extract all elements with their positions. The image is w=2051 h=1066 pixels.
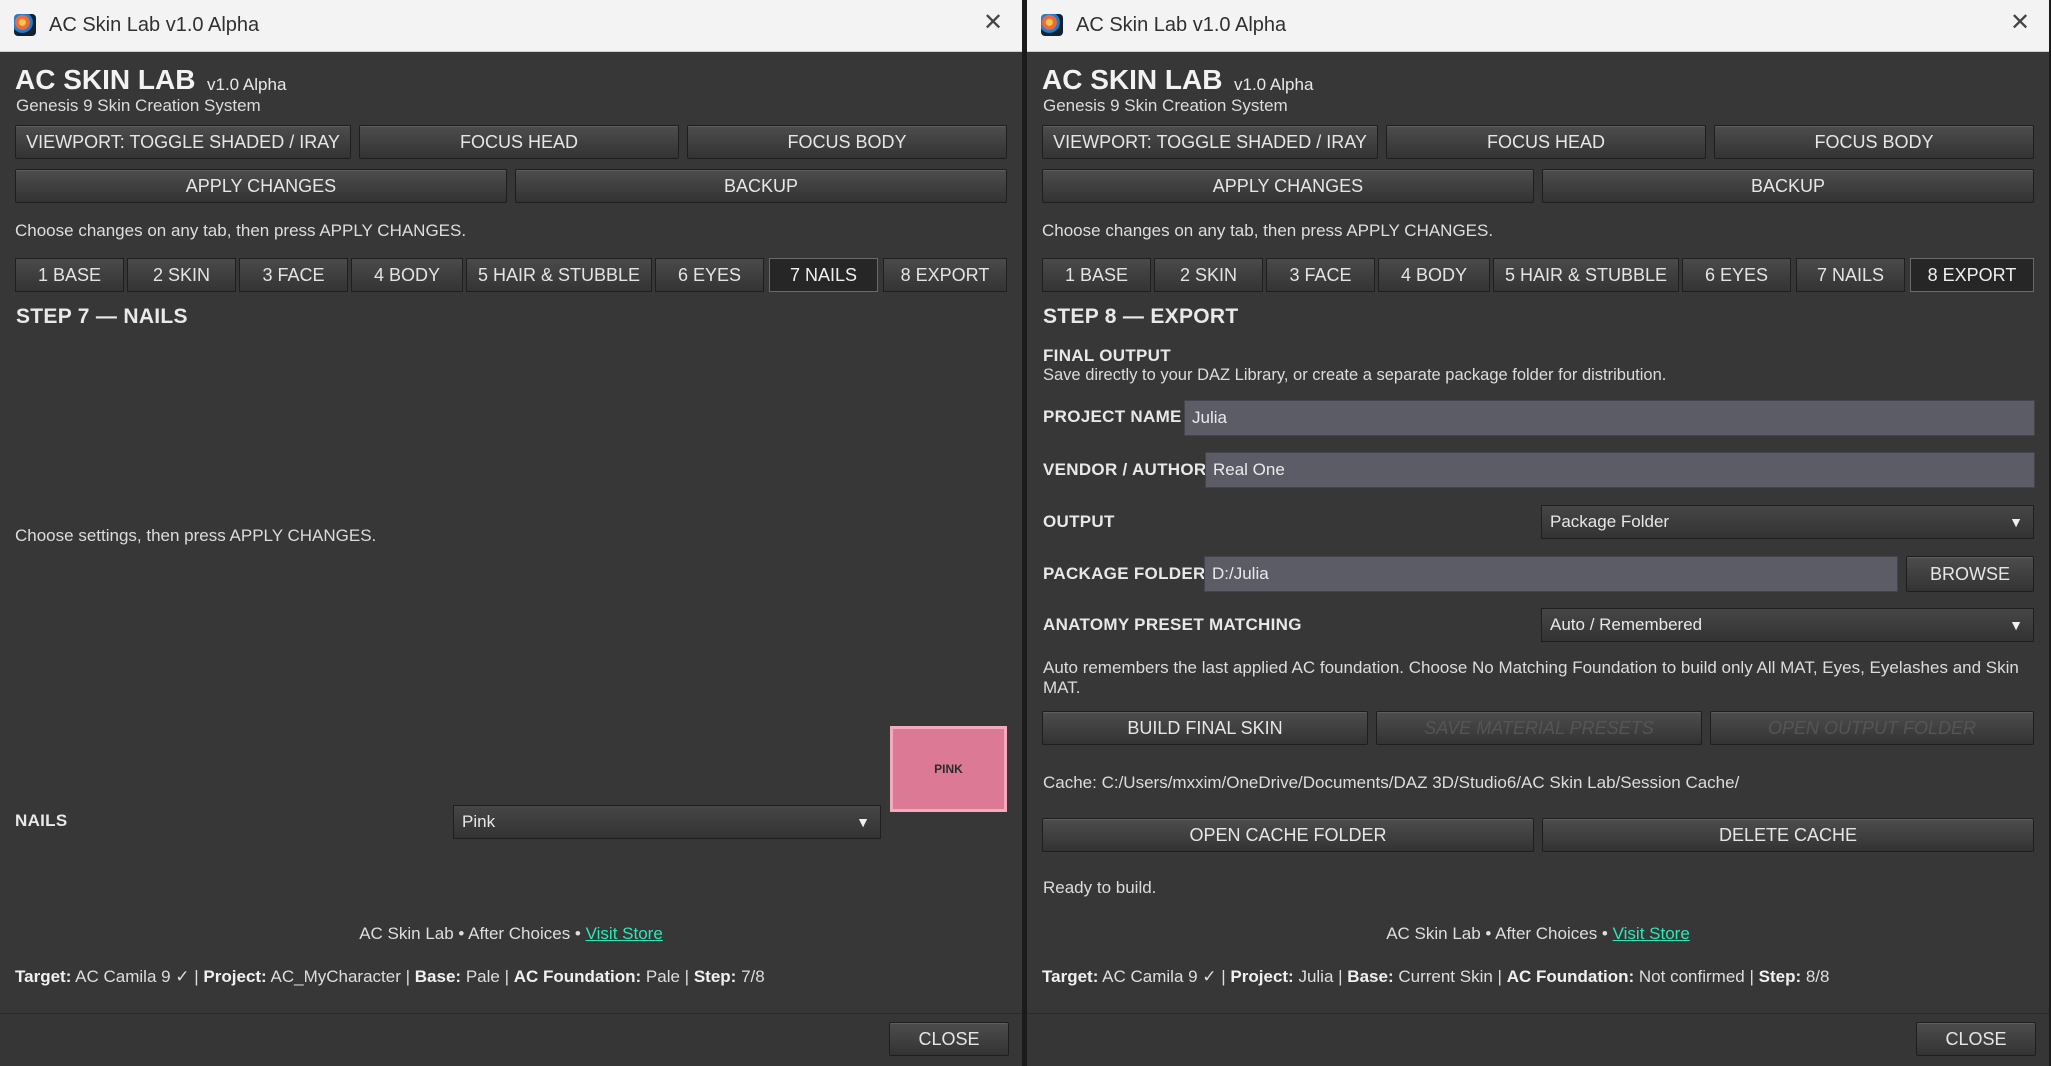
backup-button[interactable]: BACKUP <box>1542 169 2034 203</box>
nails-select[interactable]: Pink ▼ <box>453 805 881 839</box>
tab-base[interactable]: 1 BASE <box>15 258 124 292</box>
apply-changes-button[interactable]: APPLY CHANGES <box>15 169 507 203</box>
status-line: Target: AC Camila 9 ✓ | Project: AC_MyCh… <box>15 967 765 986</box>
tab-eyes[interactable]: 6 EYES <box>655 258 764 292</box>
credit-text: AC Skin Lab • After Choices • <box>1386 924 1608 943</box>
output-select[interactable]: Package Folder ▼ <box>1541 505 2034 539</box>
close-button[interactable]: CLOSE <box>1916 1022 2036 1056</box>
tab-skin[interactable]: 2 SKIN <box>127 258 236 292</box>
status-project: Julia <box>1298 967 1334 986</box>
status-line: Target: AC Camila 9 ✓ | Project: Julia |… <box>1042 967 1830 986</box>
focus-body-button[interactable]: FOCUS BODY <box>1714 125 2034 159</box>
bottom-bar: CLOSE <box>1027 1013 2049 1066</box>
save-material-presets-button[interactable]: SAVE MATERIAL PRESETS <box>1376 711 1702 745</box>
visit-store-link[interactable]: Visit Store <box>586 924 663 943</box>
tab-hair-stubble[interactable]: 5 HAIR & STUBBLE <box>466 258 652 292</box>
step-title: STEP 8 — EXPORT <box>1043 305 1239 328</box>
anatomy-preset-select[interactable]: Auto / Remembered ▼ <box>1541 608 2034 642</box>
close-icon[interactable]: ✕ <box>2007 10 2033 36</box>
focus-head-button[interactable]: FOCUS HEAD <box>359 125 679 159</box>
status-step: 8/8 <box>1805 967 1830 986</box>
credit-text: AC Skin Lab • After Choices • <box>359 924 581 943</box>
tab-body[interactable]: 4 BODY <box>351 258 463 292</box>
tab-export[interactable]: 8 EXPORT <box>1910 258 2034 292</box>
tab-nails[interactable]: 7 NAILS <box>769 258 878 292</box>
brand-title: AC SKIN LAB <box>15 64 196 95</box>
output-label: OUTPUT <box>1043 512 1115 531</box>
credit-line: AC Skin Lab • After Choices • Visit Stor… <box>0 924 1022 944</box>
version-label: v1.0 Alpha <box>1234 75 1314 94</box>
tab-skin[interactable]: 2 SKIN <box>1154 258 1263 292</box>
tab-eyes[interactable]: 6 EYES <box>1682 258 1791 292</box>
vendor-author-label: VENDOR / AUTHOR <box>1043 460 1207 479</box>
window-title: AC Skin Lab v1.0 Alpha <box>49 14 260 36</box>
apply-changes-button[interactable]: APPLY CHANGES <box>1042 169 1534 203</box>
status-target: AC Camila 9 ✓ <box>75 967 190 986</box>
tab-nails[interactable]: 7 NAILS <box>1796 258 1905 292</box>
tab-base[interactable]: 1 BASE <box>1042 258 1151 292</box>
output-select-value: Package Folder <box>1550 512 1670 531</box>
brand-title: AC SKIN LAB <box>1042 64 1223 95</box>
open-output-folder-button[interactable]: OPEN OUTPUT FOLDER <box>1710 711 2034 745</box>
nails-select-value: Pink <box>462 812 496 831</box>
viewport-toggle-button[interactable]: VIEWPORT: TOGGLE SHADED / IRAY <box>1042 125 1378 159</box>
focus-body-button[interactable]: FOCUS BODY <box>687 125 1007 159</box>
project-name-input[interactable]: Julia <box>1184 400 2035 436</box>
app-logo-icon <box>1041 14 1063 36</box>
status-project: AC_MyCharacter <box>270 967 401 986</box>
step-title: STEP 7 — NAILS <box>16 305 188 328</box>
nails-label: NAILS <box>15 811 68 830</box>
tab-face[interactable]: 3 FACE <box>1266 258 1375 292</box>
nail-color-swatch[interactable]: PINK <box>890 726 1007 812</box>
title-bar: AC Skin Lab v1.0 Alpha ✕ <box>1027 0 2049 52</box>
cache-path: Cache: C:/Users/mxxim/OneDrive/Documents… <box>1043 773 1740 792</box>
dropdown-arrow-icon: ▼ <box>2009 514 2023 530</box>
status-target: AC Camila 9 ✓ <box>1102 967 1217 986</box>
title-bar: AC Skin Lab v1.0 Alpha ✕ <box>0 0 1022 52</box>
status-base: Pale <box>465 967 500 986</box>
close-button[interactable]: CLOSE <box>889 1022 1009 1056</box>
instructions-text: Choose changes on any tab, then press AP… <box>1042 221 1494 240</box>
package-folder-label: PACKAGE FOLDER <box>1043 564 1206 583</box>
package-folder-input[interactable]: D:/Julia <box>1204 556 1898 592</box>
dropdown-arrow-icon: ▼ <box>856 814 870 830</box>
focus-head-button[interactable]: FOCUS HEAD <box>1386 125 1706 159</box>
tab-export[interactable]: 8 EXPORT <box>883 258 1007 292</box>
skin-lab-window-nails: AC Skin Lab v1.0 Alpha ✕ AC SKIN LAB v1.… <box>0 0 1022 1066</box>
anatomy-preset-label: ANATOMY PRESET MATCHING <box>1043 615 1302 634</box>
vendor-author-input[interactable]: Real One <box>1205 452 2035 488</box>
final-output-desc: Save directly to your DAZ Library, or cr… <box>1043 366 1667 384</box>
subtitle: Genesis 9 Skin Creation System <box>1043 96 1288 115</box>
dropdown-arrow-icon: ▼ <box>2009 617 2023 633</box>
settings-hint: Choose settings, then press APPLY CHANGE… <box>15 526 377 545</box>
final-output-title: FINAL OUTPUT <box>1043 346 1171 365</box>
open-cache-folder-button[interactable]: OPEN CACHE FOLDER <box>1042 818 1534 852</box>
build-final-skin-button[interactable]: BUILD FINAL SKIN <box>1042 711 1368 745</box>
status-foundation: Pale <box>645 967 680 986</box>
tab-body[interactable]: 4 BODY <box>1378 258 1490 292</box>
credit-line: AC Skin Lab • After Choices • Visit Stor… <box>1027 924 2049 944</box>
tab-hair-stubble[interactable]: 5 HAIR & STUBBLE <box>1493 258 1679 292</box>
backup-button[interactable]: BACKUP <box>515 169 1007 203</box>
window-title: AC Skin Lab v1.0 Alpha <box>1076 14 1287 36</box>
close-icon[interactable]: ✕ <box>980 10 1006 36</box>
status-step: 7/8 <box>741 967 765 986</box>
status-base: Current Skin <box>1398 967 1493 986</box>
version-label: v1.0 Alpha <box>207 75 287 94</box>
visit-store-link[interactable]: Visit Store <box>1613 924 1690 943</box>
anatomy-desc: Auto remembers the last applied AC found… <box>1043 658 2019 697</box>
anatomy-select-value: Auto / Remembered <box>1550 615 1703 634</box>
subtitle: Genesis 9 Skin Creation System <box>16 96 261 115</box>
skin-lab-window-export: AC Skin Lab v1.0 Alpha ✕ AC SKIN LAB v1.… <box>1027 0 2049 1066</box>
instructions-text: Choose changes on any tab, then press AP… <box>15 221 467 240</box>
status-foundation: Not confirmed <box>1638 967 1745 986</box>
viewport-toggle-button[interactable]: VIEWPORT: TOGGLE SHADED / IRAY <box>15 125 351 159</box>
delete-cache-button[interactable]: DELETE CACHE <box>1542 818 2034 852</box>
bottom-bar: CLOSE <box>0 1013 1022 1066</box>
ready-status: Ready to build. <box>1043 878 1157 897</box>
tab-face[interactable]: 3 FACE <box>239 258 348 292</box>
project-name-label: PROJECT NAME <box>1043 407 1182 426</box>
browse-button[interactable]: BROWSE <box>1906 556 2034 592</box>
app-logo-icon <box>14 14 36 36</box>
